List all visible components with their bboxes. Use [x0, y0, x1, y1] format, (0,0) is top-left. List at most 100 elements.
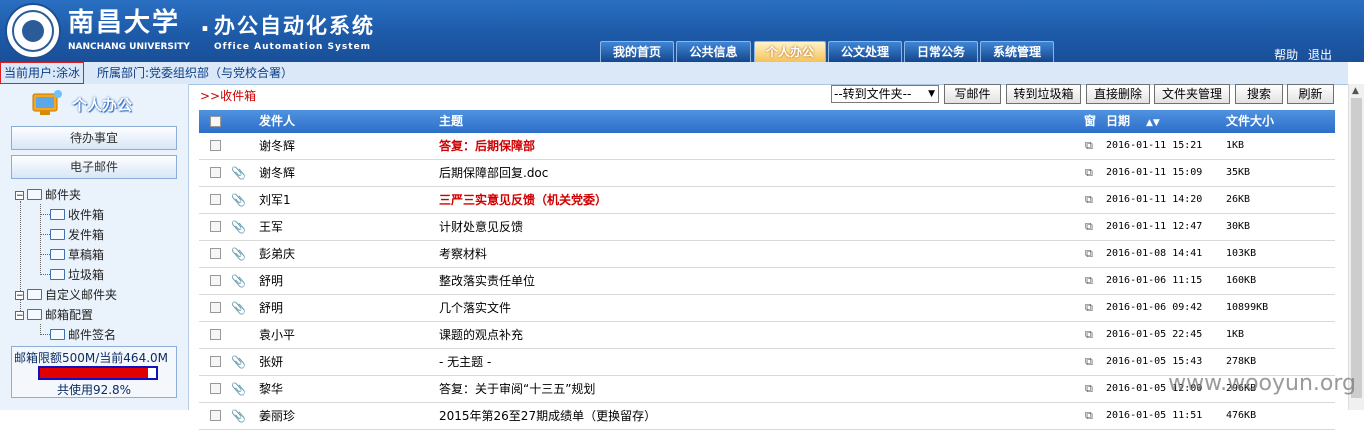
row-subject[interactable]: 后期保障部回复.doc — [439, 160, 548, 186]
row-size: 160KB — [1226, 275, 1257, 286]
open-window-icon[interactable]: ⧉ — [1085, 295, 1093, 321]
scroll-thumb[interactable] — [1351, 98, 1362, 398]
sort-icon[interactable]: ▲▼ — [1146, 118, 1160, 128]
folder-icon — [50, 269, 65, 280]
table-body: 谢冬辉 答复：后期保障部 ⧉ 2016-01-11 15:21 1KB 📎 谢冬辉 后期保障部… — [199, 133, 1335, 430]
email-button[interactable]: 电子邮件 — [11, 155, 177, 179]
row-checkbox[interactable] — [210, 410, 221, 421]
tree-signature[interactable]: 邮件签名 — [50, 325, 116, 345]
search-button[interactable]: 搜索 — [1235, 84, 1283, 104]
table-row[interactable]: 谢冬辉 答复：后期保障部 ⧉ 2016-01-11 15:21 1KB — [199, 133, 1335, 160]
tab-system-admin[interactable]: 系统管理 — [980, 41, 1054, 62]
watermark: www.wooyun.org — [1168, 371, 1356, 396]
collapse-icon[interactable]: − — [15, 191, 24, 201]
tab-home[interactable]: 我的首页 — [600, 41, 674, 62]
open-window-icon[interactable]: ⧉ — [1085, 349, 1093, 375]
table-row[interactable]: 📎 舒明 几个落实文件 ⧉ 2016-01-06 09:42 10899KB — [199, 295, 1335, 322]
row-sender: 刘军1 — [259, 193, 291, 207]
open-window-icon[interactable]: ⧉ — [1085, 214, 1093, 240]
row-checkbox[interactable] — [210, 275, 221, 286]
help-link[interactable]: 帮助 — [1274, 48, 1298, 62]
tab-document-processing[interactable]: 公文处理 — [828, 41, 902, 62]
row-size: 26KB — [1226, 194, 1251, 205]
tree-drafts[interactable]: 草稿箱 — [50, 245, 104, 265]
table-row[interactable]: 📎 黎华 答复：关于审阅“十三五”规划 ⧉ 2016-01-05 12:00 296KB — [199, 376, 1335, 403]
open-window-icon[interactable]: ⧉ — [1085, 376, 1093, 402]
compose-button[interactable]: 写邮件 — [944, 84, 1001, 104]
tree-inbox[interactable]: 收件箱 — [50, 205, 104, 225]
table-row[interactable]: 袁小平 课题的观点补充 ⧉ 2016-01-05 22:45 1KB — [199, 322, 1335, 349]
table-row[interactable]: 📎 王军 计财处意见反馈 ⧉ 2016-01-11 12:47 30KB — [199, 214, 1335, 241]
row-subject[interactable]: 答复：后期保障部 — [439, 133, 535, 159]
tree-trash[interactable]: 垃圾箱 — [50, 265, 104, 285]
col-subject[interactable]: 主题 — [439, 110, 463, 133]
row-subject[interactable]: 整改落实责任单位 — [439, 268, 535, 294]
table-row[interactable]: 📎 谢冬辉 后期保障部回复.doc ⧉ 2016-01-11 15:09 35KB — [199, 160, 1335, 187]
row-date: 2016-01-06 11:15 — [1106, 275, 1203, 286]
row-sender: 舒明 — [259, 301, 284, 315]
delete-button[interactable]: 直接删除 — [1086, 84, 1150, 104]
folder-manage-button[interactable]: 文件夹管理 — [1154, 84, 1230, 104]
row-subject[interactable]: 三严三实意见反馈（机关党委） — [439, 187, 607, 213]
todo-button[interactable]: 待办事宜 — [11, 126, 177, 150]
university-name-cn: 南昌大学 — [68, 8, 181, 38]
row-checkbox[interactable] — [210, 167, 221, 178]
row-checkbox[interactable] — [210, 329, 221, 340]
open-window-icon[interactable]: ⧉ — [1085, 187, 1093, 213]
open-window-icon[interactable]: ⧉ — [1085, 322, 1093, 348]
row-checkbox[interactable] — [210, 302, 221, 313]
tab-daily-affairs[interactable]: 日常公务 — [904, 41, 978, 62]
tree-custom-folders[interactable]: − 自定义邮件夹 — [15, 285, 117, 305]
row-subject[interactable]: 课题的观点补充 — [439, 322, 523, 348]
table-row[interactable]: 📎 彭弟庆 考察材料 ⧉ 2016-01-08 14:41 103KB — [199, 241, 1335, 268]
row-date: 2016-01-11 14:20 — [1106, 194, 1203, 205]
row-checkbox[interactable] — [210, 356, 221, 367]
computer-icon — [32, 90, 62, 115]
tab-public-info[interactable]: 公共信息 — [676, 41, 751, 62]
tree-mail-config[interactable]: − 邮箱配置 — [15, 305, 93, 325]
user-info-bar: 当前用户:涂冰 所属部门:党委组织部（与党校合署） — [0, 62, 1348, 85]
collapse-icon[interactable]: − — [15, 311, 24, 321]
vertical-scrollbar[interactable]: ▲ — [1348, 84, 1364, 410]
scroll-up-icon[interactable]: ▲ — [1352, 86, 1359, 96]
folder-icon — [27, 309, 42, 320]
row-subject[interactable]: 答复：关于审阅“十三五”规划 — [439, 376, 595, 402]
row-subject[interactable]: 几个落实文件 — [439, 295, 511, 321]
table-row[interactable]: 📎 刘军1 三严三实意见反馈（机关党委） ⧉ 2016-01-11 14:20 26KB — [199, 187, 1335, 214]
select-all-checkbox[interactable] — [210, 116, 221, 127]
open-window-icon[interactable]: ⧉ — [1085, 403, 1093, 429]
row-subject[interactable]: 计财处意见反馈 — [439, 214, 523, 240]
open-window-icon[interactable]: ⧉ — [1085, 133, 1093, 159]
tree-mailbox[interactable]: − 邮件夹 — [15, 185, 81, 205]
open-window-icon[interactable]: ⧉ — [1085, 241, 1093, 267]
tab-personal-office[interactable]: 个人办公 — [754, 41, 826, 62]
row-checkbox[interactable] — [210, 194, 221, 205]
move-to-trash-button[interactable]: 转到垃圾箱 — [1006, 84, 1081, 104]
row-subject[interactable]: 考察材料 — [439, 241, 487, 267]
row-size: 1KB — [1226, 329, 1245, 340]
open-window-icon[interactable]: ⧉ — [1085, 160, 1093, 186]
folder-icon — [50, 249, 65, 260]
table-row[interactable]: 📎 张妍 - 无主题 - ⧉ 2016-01-05 15:43 278KB — [199, 349, 1335, 376]
row-checkbox[interactable] — [210, 383, 221, 394]
row-date: 2016-01-11 15:09 — [1106, 167, 1203, 178]
row-subject[interactable]: - 无主题 - — [439, 349, 491, 375]
refresh-button[interactable]: 刷新 — [1287, 84, 1334, 104]
col-date[interactable]: 日期 ▲▼ — [1106, 110, 1160, 135]
row-subject[interactable]: 2015年第26至27期成绩单（更换留存） — [439, 403, 656, 429]
title-separator: . — [200, 8, 210, 38]
row-checkbox[interactable] — [210, 248, 221, 259]
col-size[interactable]: 文件大小 — [1226, 110, 1274, 133]
move-to-folder-select[interactable]: --转到文件夹-- ▼ — [831, 85, 939, 103]
table-row[interactable]: 📎 舒明 整改落实责任单位 ⧉ 2016-01-06 11:15 160KB — [199, 268, 1335, 295]
col-sender[interactable]: 发件人 — [259, 110, 295, 133]
row-checkbox[interactable] — [210, 140, 221, 151]
row-checkbox[interactable] — [210, 221, 221, 232]
row-sender: 谢冬辉 — [259, 166, 296, 180]
open-window-icon[interactable]: ⧉ — [1085, 268, 1093, 294]
tree-sent[interactable]: 发件箱 — [50, 225, 104, 245]
logout-link[interactable]: 退出 — [1308, 48, 1332, 62]
table-row[interactable]: 📎 姜丽珍 2015年第26至27期成绩单（更换留存） ⧉ 2016-01-05 11:… — [199, 403, 1335, 430]
row-sender: 谢冬辉 — [259, 139, 296, 153]
collapse-icon[interactable]: − — [15, 291, 24, 301]
